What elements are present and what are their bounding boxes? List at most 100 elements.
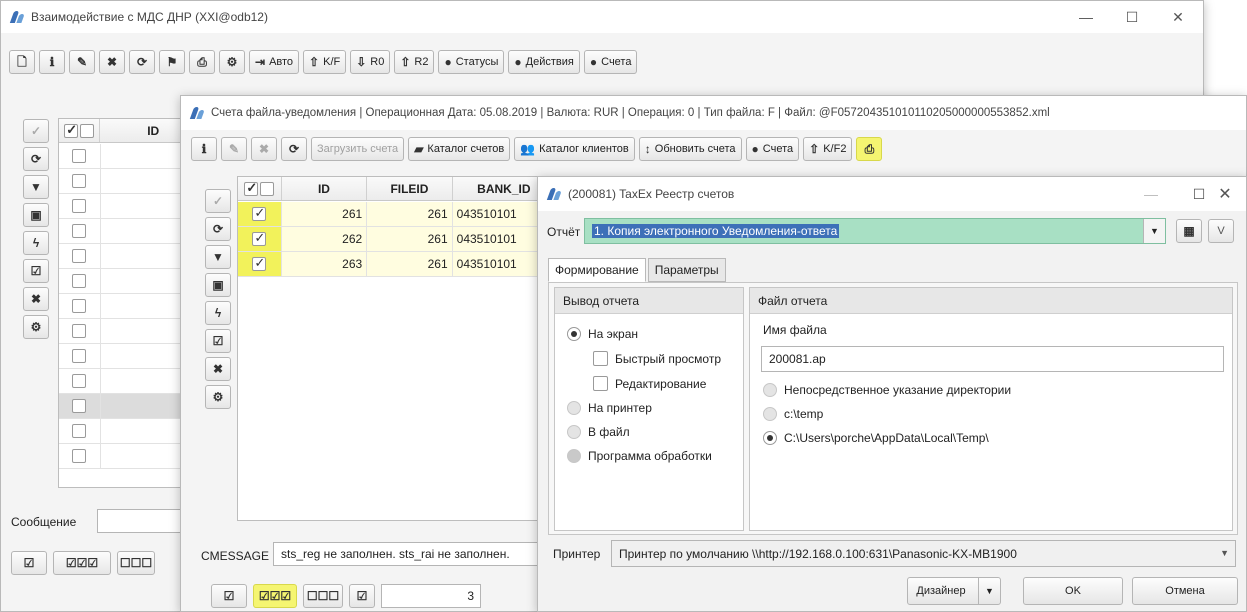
row-checkbox-cell[interactable]: [59, 344, 101, 368]
ok-button[interactable]: OK: [1023, 577, 1123, 605]
edit-button[interactable]: ✎: [69, 50, 95, 74]
check-editing-control[interactable]: [593, 376, 608, 391]
dialog-minimize-button[interactable]: —: [1128, 177, 1174, 211]
info-button[interactable]: ℹ: [39, 50, 65, 74]
refresh-accounts-button[interactable]: ↕ Обновить счета: [638, 137, 742, 161]
row-checkbox[interactable]: [72, 199, 87, 213]
new-document-button[interactable]: 🗋: [9, 50, 35, 74]
row-checkbox-cell[interactable]: [59, 144, 101, 168]
row-checkbox-cell[interactable]: [59, 319, 101, 343]
checked-count-field[interactable]: 3: [381, 584, 481, 608]
table-row[interactable]: 262261043510101: [238, 227, 556, 252]
row-checkbox[interactable]: [252, 205, 267, 221]
radio-dir-appdata[interactable]: C:\Users\porche\AppData\Local\Temp\: [763, 431, 989, 445]
settings-side-button[interactable]: ⚙: [23, 315, 49, 339]
select-all-header[interactable]: [59, 119, 101, 142]
edit-button[interactable]: ✎: [221, 137, 247, 161]
radio-printer-control[interactable]: [567, 401, 581, 415]
close-button[interactable]: ✕: [1155, 1, 1201, 33]
check-editing[interactable]: Редактирование: [593, 376, 706, 391]
catalog-accounts-button[interactable]: ▰ Каталог счетов: [408, 137, 511, 161]
id-column-header[interactable]: ID: [282, 177, 368, 200]
check-all-bottom-button[interactable]: ☑☑☑: [53, 551, 111, 575]
accounts-button[interactable]: ● Счета: [745, 137, 800, 161]
dialog-close-button[interactable]: ✕: [1202, 177, 1246, 211]
refresh-side-button[interactable]: ⟳: [205, 217, 231, 241]
row-checkbox-cell[interactable]: [59, 369, 101, 393]
radio-file[interactable]: В файл: [567, 425, 630, 439]
refresh-button[interactable]: ⟳: [129, 50, 155, 74]
remove-button[interactable]: ✖: [23, 287, 49, 311]
radio-printer[interactable]: На принтер: [567, 401, 652, 415]
designer-button[interactable]: Дизайнер ▼: [907, 577, 1001, 605]
row-checkbox-cell[interactable]: [59, 219, 101, 243]
cmessage-input[interactable]: sts_reg не заполнен. sts_rai не заполнен…: [273, 542, 543, 566]
save-button[interactable]: ▣: [23, 203, 49, 227]
filter-button[interactable]: ▼: [23, 175, 49, 199]
radio-dir-appdata-control[interactable]: [763, 431, 777, 445]
header-checkbox[interactable]: [64, 122, 79, 138]
print-button[interactable]: ⎙: [189, 50, 215, 74]
delete-button[interactable]: ✖: [99, 50, 125, 74]
printer-select[interactable]: Принтер по умолчанию \\http://192.168.0.…: [611, 540, 1236, 567]
refresh-button[interactable]: ⟳: [281, 137, 307, 161]
r2-button[interactable]: ⇧ R2: [394, 50, 435, 74]
kf2-button[interactable]: ⇧ K/F2: [803, 137, 853, 161]
catalog-clients-button[interactable]: 👥 Каталог клиентов: [514, 137, 635, 161]
row-checkbox-cell[interactable]: [59, 169, 101, 193]
row-checkbox[interactable]: [72, 324, 87, 338]
row-checkbox-cell[interactable]: [59, 394, 101, 418]
row-checkbox-cell[interactable]: [59, 444, 101, 468]
header-checkbox[interactable]: [244, 180, 259, 196]
delete-button[interactable]: ✖: [251, 137, 277, 161]
row-checkbox-cell[interactable]: [238, 227, 282, 251]
checked-count-icon-button[interactable]: ☑: [349, 584, 375, 608]
row-checkbox[interactable]: [72, 374, 87, 388]
fileid-column-header[interactable]: FILEID: [367, 177, 453, 200]
tab-formation[interactable]: Формирование: [548, 258, 646, 282]
chevron-down-icon[interactable]: ▼: [1220, 548, 1229, 558]
lightning-button[interactable]: ϟ: [23, 231, 49, 255]
chevron-down-icon[interactable]: ▼: [978, 578, 1000, 604]
chevron-down-icon[interactable]: ▼: [1143, 219, 1165, 243]
table-row[interactable]: 261261043510101: [238, 202, 556, 227]
lightning-button[interactable]: ϟ: [205, 301, 231, 325]
tab-parameters[interactable]: Параметры: [647, 258, 726, 282]
auto-button[interactable]: ⇥ Авто: [249, 50, 300, 74]
load-accounts-button[interactable]: Загрузить счета: [311, 137, 405, 161]
row-checkbox-cell[interactable]: [59, 194, 101, 218]
header-checkbox-empty[interactable]: [80, 123, 95, 138]
row-checkbox[interactable]: [72, 449, 87, 463]
v-button[interactable]: V: [1208, 219, 1234, 243]
check-quick-view[interactable]: Быстрый просмотр: [593, 351, 721, 366]
report-select[interactable]: 1. Копия электронного Уведомления-ответа…: [584, 218, 1166, 244]
check-all-bottom-button[interactable]: ☑☑☑: [253, 584, 297, 608]
check-one-button[interactable]: ☑: [11, 551, 47, 575]
header-checkbox-empty[interactable]: [260, 181, 275, 196]
row-checkbox-cell[interactable]: [238, 252, 282, 276]
print-button[interactable]: ⎙: [856, 137, 883, 161]
uncheck-all-button[interactable]: ☐☐☐: [117, 551, 155, 575]
radio-dir-direct[interactable]: Непосредственное указание директории: [763, 383, 1011, 397]
row-checkbox[interactable]: [72, 399, 87, 413]
refresh-side-button[interactable]: ⟳: [23, 147, 49, 171]
row-checkbox[interactable]: [72, 299, 87, 313]
row-checkbox-cell[interactable]: [59, 269, 101, 293]
check-one-button[interactable]: ☑: [211, 584, 247, 608]
settings-button[interactable]: ⚙: [219, 50, 245, 74]
radio-screen-control[interactable]: [567, 327, 581, 341]
flag-button[interactable]: ⚑: [159, 50, 185, 74]
row-checkbox-cell[interactable]: [238, 202, 282, 226]
actions-button[interactable]: ● Действия: [508, 50, 580, 74]
radio-program-control[interactable]: [567, 449, 581, 463]
row-checkbox[interactable]: [252, 230, 267, 246]
kf-button[interactable]: ⇧ K/F: [303, 50, 347, 74]
filename-input[interactable]: 200081.ap: [761, 346, 1224, 372]
radio-program[interactable]: Программа обработки: [567, 449, 712, 463]
row-checkbox[interactable]: [252, 255, 267, 271]
accounts-button[interactable]: ● Счета: [583, 50, 638, 74]
minimize-button[interactable]: —: [1063, 1, 1109, 33]
info-button[interactable]: ℹ: [191, 137, 217, 161]
save-button[interactable]: ▣: [205, 273, 231, 297]
cancel-button[interactable]: Отмена: [1132, 577, 1238, 605]
